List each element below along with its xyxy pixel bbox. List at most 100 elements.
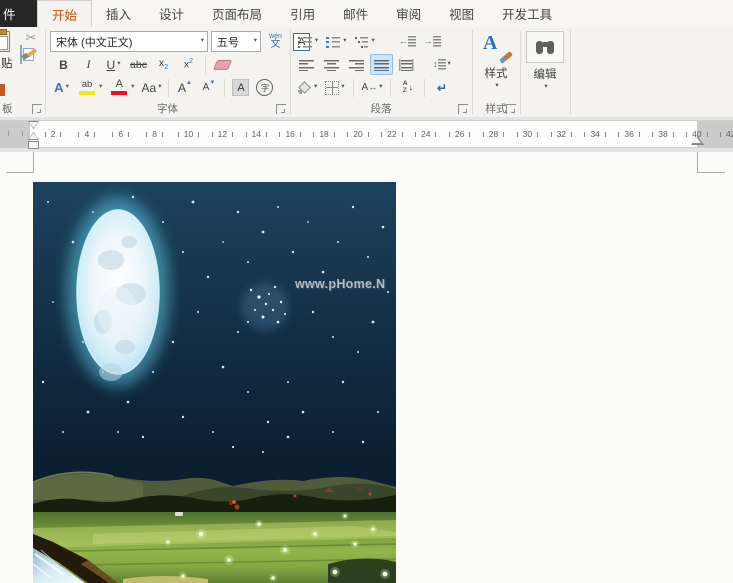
sort-button[interactable]: AZ↓ <box>396 77 419 98</box>
shading-button[interactable]: ▾ <box>295 77 320 98</box>
distribute-button[interactable] <box>395 54 418 75</box>
chevron-down-icon: ▾ <box>495 83 498 90</box>
text-boundary-mark-top-left <box>6 152 34 173</box>
ribbon-tab[interactable]: 审阅 <box>382 0 435 27</box>
ruler-cell: 2 <box>36 121 70 147</box>
styles-button[interactable]: A 样式 ▾ <box>476 29 516 101</box>
paint-bucket-icon <box>298 81 312 94</box>
image-watermark-text: www.pHome.N <box>295 277 385 291</box>
font-group-label: 字体 <box>46 101 289 116</box>
align-right-icon <box>349 59 364 71</box>
bullets-button[interactable]: ▾ <box>295 31 321 52</box>
ribbon: 贴 ✂ 板 宋体 (中文正文) ▾ 五号 ▾ <box>0 27 733 118</box>
shrink-font-button[interactable]: A▼ <box>197 77 220 98</box>
cut-icon[interactable]: ✂ <box>20 30 42 46</box>
ribbon-tab[interactable]: 设计 <box>145 0 198 27</box>
clipboard-group: 贴 ✂ 板 <box>0 27 45 117</box>
chevron-down-icon: ▾ <box>544 84 547 91</box>
highlight-color-button[interactable]: ab▾ <box>74 77 105 98</box>
binoculars-icon <box>536 41 554 54</box>
ruler-cell: 4 <box>70 121 104 147</box>
ruler-cell: 24 <box>409 121 443 147</box>
styles-icon: A <box>483 32 509 62</box>
ruler-cell: 14 <box>239 121 273 147</box>
ribbon-tab-bar: 件 开始插入设计页面布局引用邮件审阅视图开发工具 <box>0 0 733 28</box>
ruler-bar: 2 4 6 8 10 12 14 16 18 20 <box>0 117 733 152</box>
inline-picture-moon-night-scene[interactable]: www.pHome.N <box>33 182 396 583</box>
group-separator <box>570 30 571 114</box>
font-name-value: 宋体 (中文正文) <box>56 34 132 50</box>
paste-icon[interactable] <box>0 31 10 52</box>
justify-button[interactable] <box>370 54 393 75</box>
clear-formatting-button[interactable] <box>211 54 234 75</box>
paragraph-group: ▾ ▾ ▾ ← → ↕▾ ▾ ▾ A↔▾ <box>291 27 471 117</box>
show-hide-marks-button[interactable]: ↵ <box>430 77 453 98</box>
ruler-cell: 36 <box>612 121 646 147</box>
align-left-button[interactable] <box>295 54 318 75</box>
editing-button[interactable]: 编辑 ▾ <box>524 29 566 101</box>
subscript-button[interactable]: x2 <box>152 54 175 75</box>
ruler-cell: 8 <box>138 121 172 147</box>
ribbon-tab[interactable]: 视图 <box>435 0 488 27</box>
font-group: 宋体 (中文正文) ▾ 五号 ▾ wén 文 A B <box>46 27 289 117</box>
ribbon-tab[interactable]: 引用 <box>276 0 329 27</box>
multilevel-list-icon <box>355 36 370 48</box>
font-size-value: 五号 <box>217 34 239 50</box>
paragraph-dialog-launcher[interactable] <box>458 104 468 114</box>
character-shading-button[interactable]: A <box>229 77 252 98</box>
bold-button[interactable]: B <box>52 54 75 75</box>
justify-icon <box>374 59 389 71</box>
ribbon-tab[interactable]: 开发工具 <box>488 0 566 27</box>
strikethrough-button[interactable]: abc <box>127 54 150 75</box>
align-center-button[interactable] <box>320 54 343 75</box>
ribbon-tab[interactable]: 页面布局 <box>198 0 276 27</box>
numbering-button[interactable]: ▾ <box>323 31 349 52</box>
ribbon-tab[interactable]: 开始 <box>37 0 92 28</box>
font-color-button[interactable]: A▾ <box>106 77 137 98</box>
align-right-button[interactable] <box>345 54 368 75</box>
ruler-cell: 12 <box>205 121 239 147</box>
moon-scene-graphic <box>33 182 396 583</box>
ruler-cell: 20 <box>341 121 375 147</box>
ribbon-tab[interactable]: 邮件 <box>329 0 382 27</box>
asian-layout-button[interactable]: A↔▾ <box>359 77 386 98</box>
increase-indent-button[interactable]: → <box>421 31 444 52</box>
clipboard-dialog-launcher[interactable] <box>32 104 42 114</box>
borders-button[interactable]: ▾ <box>322 77 347 98</box>
ruler-cell: 22 <box>375 121 409 147</box>
ribbon-tab[interactable]: 插入 <box>92 0 145 27</box>
change-case-button[interactable]: Aa▾ <box>139 77 165 98</box>
font-name-combo[interactable]: 宋体 (中文正文) ▾ <box>50 31 208 52</box>
horizontal-ruler: 2 4 6 8 10 12 14 16 18 20 <box>0 120 733 148</box>
line-spacing-button[interactable]: ↕▾ <box>430 54 454 75</box>
paste-button-label[interactable]: 贴 <box>1 55 13 71</box>
ruler-cell: 26 <box>443 121 477 147</box>
italic-button[interactable]: I <box>77 54 100 75</box>
font-size-combo[interactable]: 五号 ▾ <box>211 31 261 52</box>
ruler-cell: 28 <box>477 121 511 147</box>
superscript-button[interactable]: x2 <box>177 54 200 75</box>
tab-file[interactable]: 件 <box>0 0 37 27</box>
paragraph-group-label: 段落 <box>291 101 471 116</box>
ruler-cell: 10 <box>172 121 206 147</box>
multilevel-list-button[interactable]: ▾ <box>352 31 378 52</box>
underline-button[interactable]: U▾ <box>102 54 125 75</box>
ruler-cell: 30 <box>510 121 544 147</box>
phonetic-guide-button[interactable]: wén 文 <box>264 31 287 52</box>
ruler-cell: 32 <box>544 121 578 147</box>
ruler-cell: 34 <box>578 121 612 147</box>
word-window: 件 开始插入设计页面布局引用邮件审阅视图开发工具 贴 ✂ 板 <box>0 0 733 583</box>
bullets-icon <box>298 36 313 48</box>
enclose-characters-button[interactable]: 字 <box>253 77 276 98</box>
text-effects-button[interactable]: A▾ <box>50 77 73 98</box>
styles-group: A 样式 ▾ 样式 <box>473 27 519 117</box>
grow-font-button[interactable]: A▲ <box>173 77 196 98</box>
ruler-cell: 16 <box>273 121 307 147</box>
decrease-indent-button[interactable]: ← <box>396 31 419 52</box>
ribbon-tabs: 开始插入设计页面布局引用邮件审阅视图开发工具 <box>37 0 566 27</box>
ruler-cell: 6 <box>104 121 138 147</box>
ruler-cell: 38 <box>646 121 680 147</box>
font-dialog-launcher[interactable] <box>276 104 286 114</box>
styles-dialog-launcher[interactable] <box>506 104 516 114</box>
left-indent-marker[interactable] <box>28 141 39 149</box>
